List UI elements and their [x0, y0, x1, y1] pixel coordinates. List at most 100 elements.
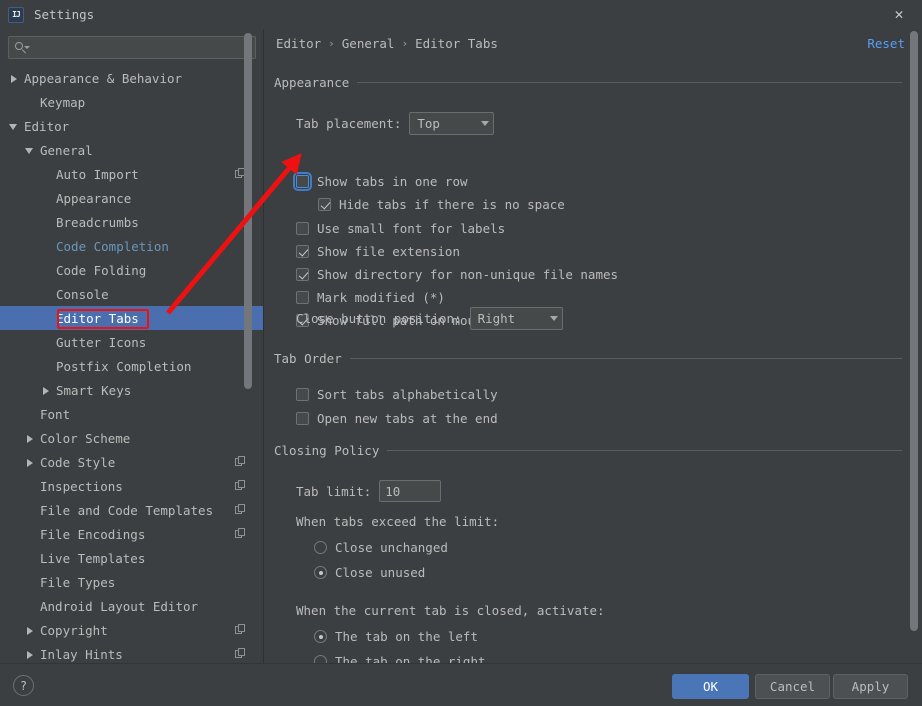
sidebar-item-smart-keys[interactable]: Smart Keys [0, 378, 264, 402]
sidebar-item-postfix-completion[interactable]: Postfix Completion [0, 354, 264, 378]
breadcrumb-item-general[interactable]: General [342, 36, 395, 51]
checkbox-show-file-extension[interactable]: Show file extension [296, 244, 460, 259]
radio-label: Close unchanged [335, 540, 448, 555]
ok-button[interactable]: OK [672, 674, 749, 699]
tab-placement-row: Tab placement: Top [296, 112, 495, 135]
checkbox-sort-tabs-alphabetically[interactable]: Sort tabs alphabetically [296, 387, 498, 402]
radio-close-unused[interactable]: Close unused [314, 565, 425, 580]
copy-icon[interactable] [235, 528, 246, 539]
cancel-button[interactable]: Cancel [755, 674, 830, 699]
tab-placement-dropdown[interactable]: Top [409, 112, 495, 135]
chevron-right-icon[interactable] [24, 648, 36, 660]
sidebar-item-console[interactable]: Console [0, 282, 264, 306]
sidebar-item-file-types[interactable]: File Types [0, 570, 264, 594]
checkbox-use-small-font-for-labels[interactable]: Use small font for labels [296, 221, 505, 236]
sidebar-item-label: Live Templates [40, 550, 146, 566]
copy-icon[interactable] [235, 648, 246, 659]
radio-button[interactable] [314, 541, 327, 554]
sidebar-item-copyright[interactable]: Copyright [0, 618, 264, 642]
sidebar-item-inspections[interactable]: Inspections [0, 474, 264, 498]
sidebar-item-live-templates[interactable]: Live Templates [0, 546, 264, 570]
window-title: Settings [34, 7, 95, 22]
sidebar-item-editor[interactable]: Editor [0, 114, 264, 138]
radio-button[interactable] [314, 566, 327, 579]
sidebar-scrollbar-track[interactable] [244, 29, 258, 626]
settings-content-panel: Editor › General › Editor Tabs Reset App… [264, 29, 922, 663]
copy-icon[interactable] [235, 456, 246, 467]
sidebar-item-editor-tabs[interactable]: Editor Tabs [0, 306, 264, 330]
help-button[interactable]: ? [13, 675, 34, 696]
copy-icon[interactable] [235, 624, 246, 635]
sidebar-item-label: Gutter Icons [56, 334, 147, 350]
close-button-position-dropdown[interactable]: Right [469, 307, 563, 330]
checkbox-label: Open new tabs at the end [317, 411, 498, 426]
search-input[interactable] [28, 40, 255, 55]
sidebar-item-color-scheme[interactable]: Color Scheme [0, 426, 264, 450]
sidebar-item-keymap[interactable]: Keymap [0, 90, 264, 114]
sidebar-item-auto-import[interactable]: Auto Import [0, 162, 264, 186]
activate-label-row: When the current tab is closed, activate… [296, 603, 605, 618]
checkbox-open-new-tabs-at-the-end[interactable]: Open new tabs at the end [296, 411, 498, 426]
chevron-right-icon[interactable] [8, 72, 20, 84]
checkbox-box[interactable] [296, 388, 309, 401]
checkbox-hide-tabs-if-there-is-no-space[interactable]: Hide tabs if there is no space [318, 197, 565, 212]
sidebar-item-appearance-behavior[interactable]: Appearance & Behavior [0, 66, 264, 90]
sidebar-item-font[interactable]: Font [0, 402, 264, 426]
radio-the-tab-on-the-left[interactable]: The tab on the left [314, 629, 478, 644]
apply-button[interactable]: Apply [833, 674, 908, 699]
chevron-right-icon[interactable] [24, 456, 36, 468]
chevron-right-icon[interactable] [24, 624, 36, 636]
sidebar-item-inlay-hints[interactable]: Inlay Hints [0, 642, 264, 663]
panel-scrollbar-thumb[interactable] [910, 31, 918, 631]
checkbox-box[interactable] [296, 268, 309, 281]
checkbox-box[interactable] [296, 412, 309, 425]
sidebar-item-code-completion[interactable]: Code Completion [0, 234, 264, 258]
sidebar-item-file-and-code-templates[interactable]: File and Code Templates [0, 498, 264, 522]
sidebar-scrollbar-thumb[interactable] [244, 33, 252, 389]
checkbox-box[interactable] [293, 172, 312, 191]
chevron-down-icon[interactable] [8, 120, 20, 132]
radio-button[interactable] [314, 630, 327, 643]
checkbox-show-tabs-in-one-row[interactable]: Show tabs in one row [293, 172, 468, 191]
checkbox-box[interactable] [296, 245, 309, 258]
sidebar-item-code-style[interactable]: Code Style [0, 450, 264, 474]
radio-close-unchanged[interactable]: Close unchanged [314, 540, 448, 555]
chevron-down-icon[interactable] [24, 144, 36, 156]
sidebar-item-code-folding[interactable]: Code Folding [0, 258, 264, 282]
copy-icon[interactable] [235, 480, 246, 491]
sidebar-item-file-encodings[interactable]: File Encodings [0, 522, 264, 546]
breadcrumb-item-editor[interactable]: Editor [276, 36, 321, 51]
sidebar-item-appearance[interactable]: Appearance [0, 186, 264, 210]
sidebar-item-general[interactable]: General [0, 138, 264, 162]
checkbox-label: Show tabs in one row [317, 174, 468, 189]
chevron-right-icon[interactable] [40, 384, 52, 396]
close-icon[interactable]: ✕ [876, 0, 922, 29]
sidebar-item-label: Smart Keys [56, 382, 132, 398]
sidebar-item-breadcrumbs[interactable]: Breadcrumbs [0, 210, 264, 234]
checkbox-mark-modified[interactable]: Mark modified (*) [296, 290, 445, 305]
section-title-tab-order: Tab Order [274, 351, 342, 366]
radio-button[interactable] [314, 655, 327, 663]
radio-the-tab-on-the-right[interactable]: The tab on the right [314, 654, 486, 663]
reset-link[interactable]: Reset [867, 36, 905, 51]
breadcrumb: Editor › General › Editor Tabs [276, 36, 498, 51]
chevron-right-icon[interactable] [24, 432, 36, 444]
tab-limit-input[interactable] [379, 480, 442, 502]
copy-icon[interactable] [235, 504, 246, 515]
sidebar-item-android-layout-editor[interactable]: Android Layout Editor [0, 594, 264, 618]
checkbox-show-directory-for-non-unique-file-names[interactable]: Show directory for non-unique file names [296, 267, 618, 282]
sidebar-item-gutter-icons[interactable]: Gutter Icons [0, 330, 264, 354]
sidebar-item-label: Editor Tabs [56, 310, 139, 326]
search-box[interactable] [8, 36, 256, 59]
close-button-position-label: Close button position: [296, 311, 462, 326]
checkbox-box[interactable] [296, 291, 309, 304]
checkbox-label: Sort tabs alphabetically [317, 387, 498, 402]
checkbox-box[interactable] [296, 222, 309, 235]
checkbox-box[interactable] [318, 198, 331, 211]
